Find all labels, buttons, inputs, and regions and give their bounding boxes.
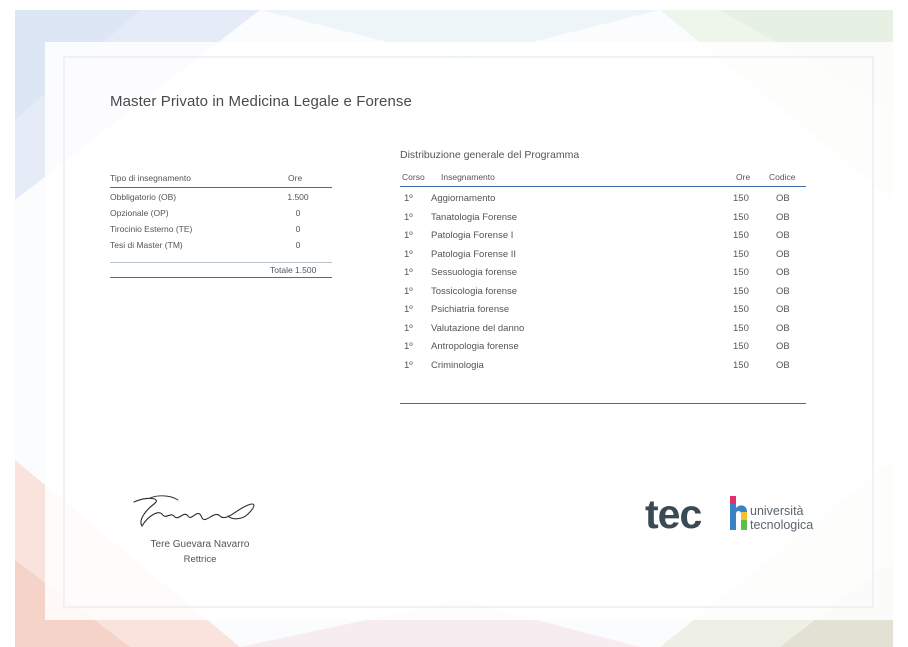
header-code: Codice bbox=[769, 172, 796, 182]
row-hours: 150 bbox=[733, 230, 749, 241]
row-course: 1º bbox=[404, 211, 413, 223]
row-code: OB bbox=[776, 230, 790, 241]
logo-line-2: tecnologica bbox=[750, 518, 814, 532]
row-subject: Tanatologia Forense bbox=[431, 211, 518, 223]
row-subject: Aggiornamento bbox=[431, 193, 496, 204]
hours-total-row: Totale 1.500 bbox=[110, 263, 332, 278]
document-title: Master Privato in Medicina Legale e Fore… bbox=[110, 93, 412, 110]
row-hours: 150 bbox=[733, 322, 749, 334]
row-hours: 150 bbox=[733, 304, 749, 315]
row-type: Opzionale (OP) bbox=[110, 208, 169, 218]
table-row: 1º Tossicologia forense 150 OB bbox=[400, 286, 806, 305]
row-course: 1º bbox=[404, 267, 413, 278]
row-hours: 0 bbox=[295, 240, 301, 250]
row-hours: 1.500 bbox=[287, 192, 309, 202]
hours-table-body: Obbligatorio (OB) 1.500 Opzionale (OP) 0… bbox=[110, 188, 332, 263]
header-subject: Insegnamento bbox=[441, 172, 495, 182]
row-course: 1º bbox=[404, 285, 413, 297]
header-hours: Ore bbox=[736, 172, 751, 182]
row-hours: 150 bbox=[733, 267, 749, 278]
table-row: Tesi di Master (TM) 0 bbox=[110, 240, 332, 256]
row-type: Tesi di Master (TM) bbox=[110, 240, 183, 250]
row-hours: 0 bbox=[295, 208, 301, 218]
table-row: 1º Aggiornamento 150 OB bbox=[400, 193, 806, 212]
signatory-role: Rettrice bbox=[183, 554, 217, 565]
table-row: 1º Valutazione del danno 150 OB bbox=[400, 323, 806, 342]
hours-total: Totale 1.500 bbox=[270, 265, 317, 275]
hours-type-table: Tipo di insegnamento Ore Obbligatorio (O… bbox=[110, 173, 332, 278]
row-hours: 150 bbox=[733, 193, 749, 204]
row-code: OB bbox=[776, 267, 790, 278]
row-hours: 150 bbox=[733, 211, 749, 223]
row-subject: Patologia Forense II bbox=[431, 248, 517, 260]
table-row: 1º Antropologia forense 150 OB bbox=[400, 341, 806, 360]
program-table: Corso Insegnamento Ore Codice 1º Aggiorn… bbox=[400, 172, 806, 404]
row-course: 1º bbox=[404, 304, 413, 315]
row-code: OB bbox=[776, 304, 790, 315]
row-type: Obbligatorio (OB) bbox=[110, 192, 177, 202]
row-code: OB bbox=[776, 359, 790, 371]
tech-logo-h-mark bbox=[730, 496, 747, 530]
row-course: 1º bbox=[404, 230, 413, 241]
table-row: 1º Tanatologia Forense 150 OB bbox=[400, 212, 806, 231]
table-row: 1º Sessuologia forense 150 OB bbox=[400, 267, 806, 286]
row-subject: Sessuologia forense bbox=[431, 267, 518, 278]
row-code: OB bbox=[776, 341, 790, 352]
row-subject: Psichiatria forense bbox=[431, 304, 510, 315]
table-row: 1º Psichiatria forense 150 OB bbox=[400, 304, 806, 323]
program-title: Distribuzione generale del Programma bbox=[400, 149, 580, 161]
row-subject: Valutazione del danno bbox=[431, 322, 525, 334]
row-course: 1º bbox=[404, 341, 413, 352]
table-row: Tirocinio Esterno (TE) 0 bbox=[110, 224, 332, 240]
table-row: 1º Patologia Forense I 150 OB bbox=[400, 230, 806, 249]
logo-line-1: università bbox=[750, 504, 804, 518]
row-course: 1º bbox=[404, 322, 413, 334]
row-code: OB bbox=[776, 322, 790, 334]
row-course: 1º bbox=[404, 359, 413, 371]
program-table-header: Corso Insegnamento Ore Codice bbox=[400, 172, 806, 187]
handwritten-signature bbox=[133, 495, 255, 528]
row-subject: Patologia Forense I bbox=[431, 230, 514, 241]
header-type: Tipo di insegnamento bbox=[110, 173, 191, 183]
table-row: Opzionale (OP) 0 bbox=[110, 208, 332, 224]
program-table-body: 1º Aggiornamento 150 OB 1º Tanatologia F… bbox=[400, 187, 806, 404]
row-hours: 0 bbox=[295, 224, 301, 234]
table-row: Obbligatorio (OB) 1.500 bbox=[110, 192, 332, 208]
hours-table-header: Tipo di insegnamento Ore bbox=[110, 173, 332, 188]
row-code: OB bbox=[776, 285, 790, 297]
row-subject: Antropologia forense bbox=[431, 341, 519, 352]
header-hours: Ore bbox=[288, 173, 303, 183]
signatory-name: Tere Guevara Navarro bbox=[150, 539, 250, 550]
row-subject: Tossicologia forense bbox=[431, 285, 518, 297]
table-row: 1º Criminologia 150 OB bbox=[400, 360, 806, 379]
row-subject: Criminologia bbox=[431, 359, 484, 371]
row-hours: 150 bbox=[733, 359, 749, 371]
row-code: OB bbox=[776, 211, 790, 223]
row-code: OB bbox=[776, 193, 790, 204]
row-hours: 150 bbox=[733, 248, 749, 260]
row-code: OB bbox=[776, 248, 790, 260]
row-course: 1º bbox=[404, 248, 413, 260]
row-course: 1º bbox=[404, 193, 413, 204]
table-row: 1º Patologia Forense II 150 OB bbox=[400, 249, 806, 268]
row-hours: 150 bbox=[733, 341, 749, 352]
logo-wordmark: tec bbox=[645, 491, 702, 537]
header-course: Corso bbox=[402, 172, 425, 182]
row-type: Tirocinio Esterno (TE) bbox=[110, 224, 193, 234]
row-hours: 150 bbox=[733, 285, 749, 297]
